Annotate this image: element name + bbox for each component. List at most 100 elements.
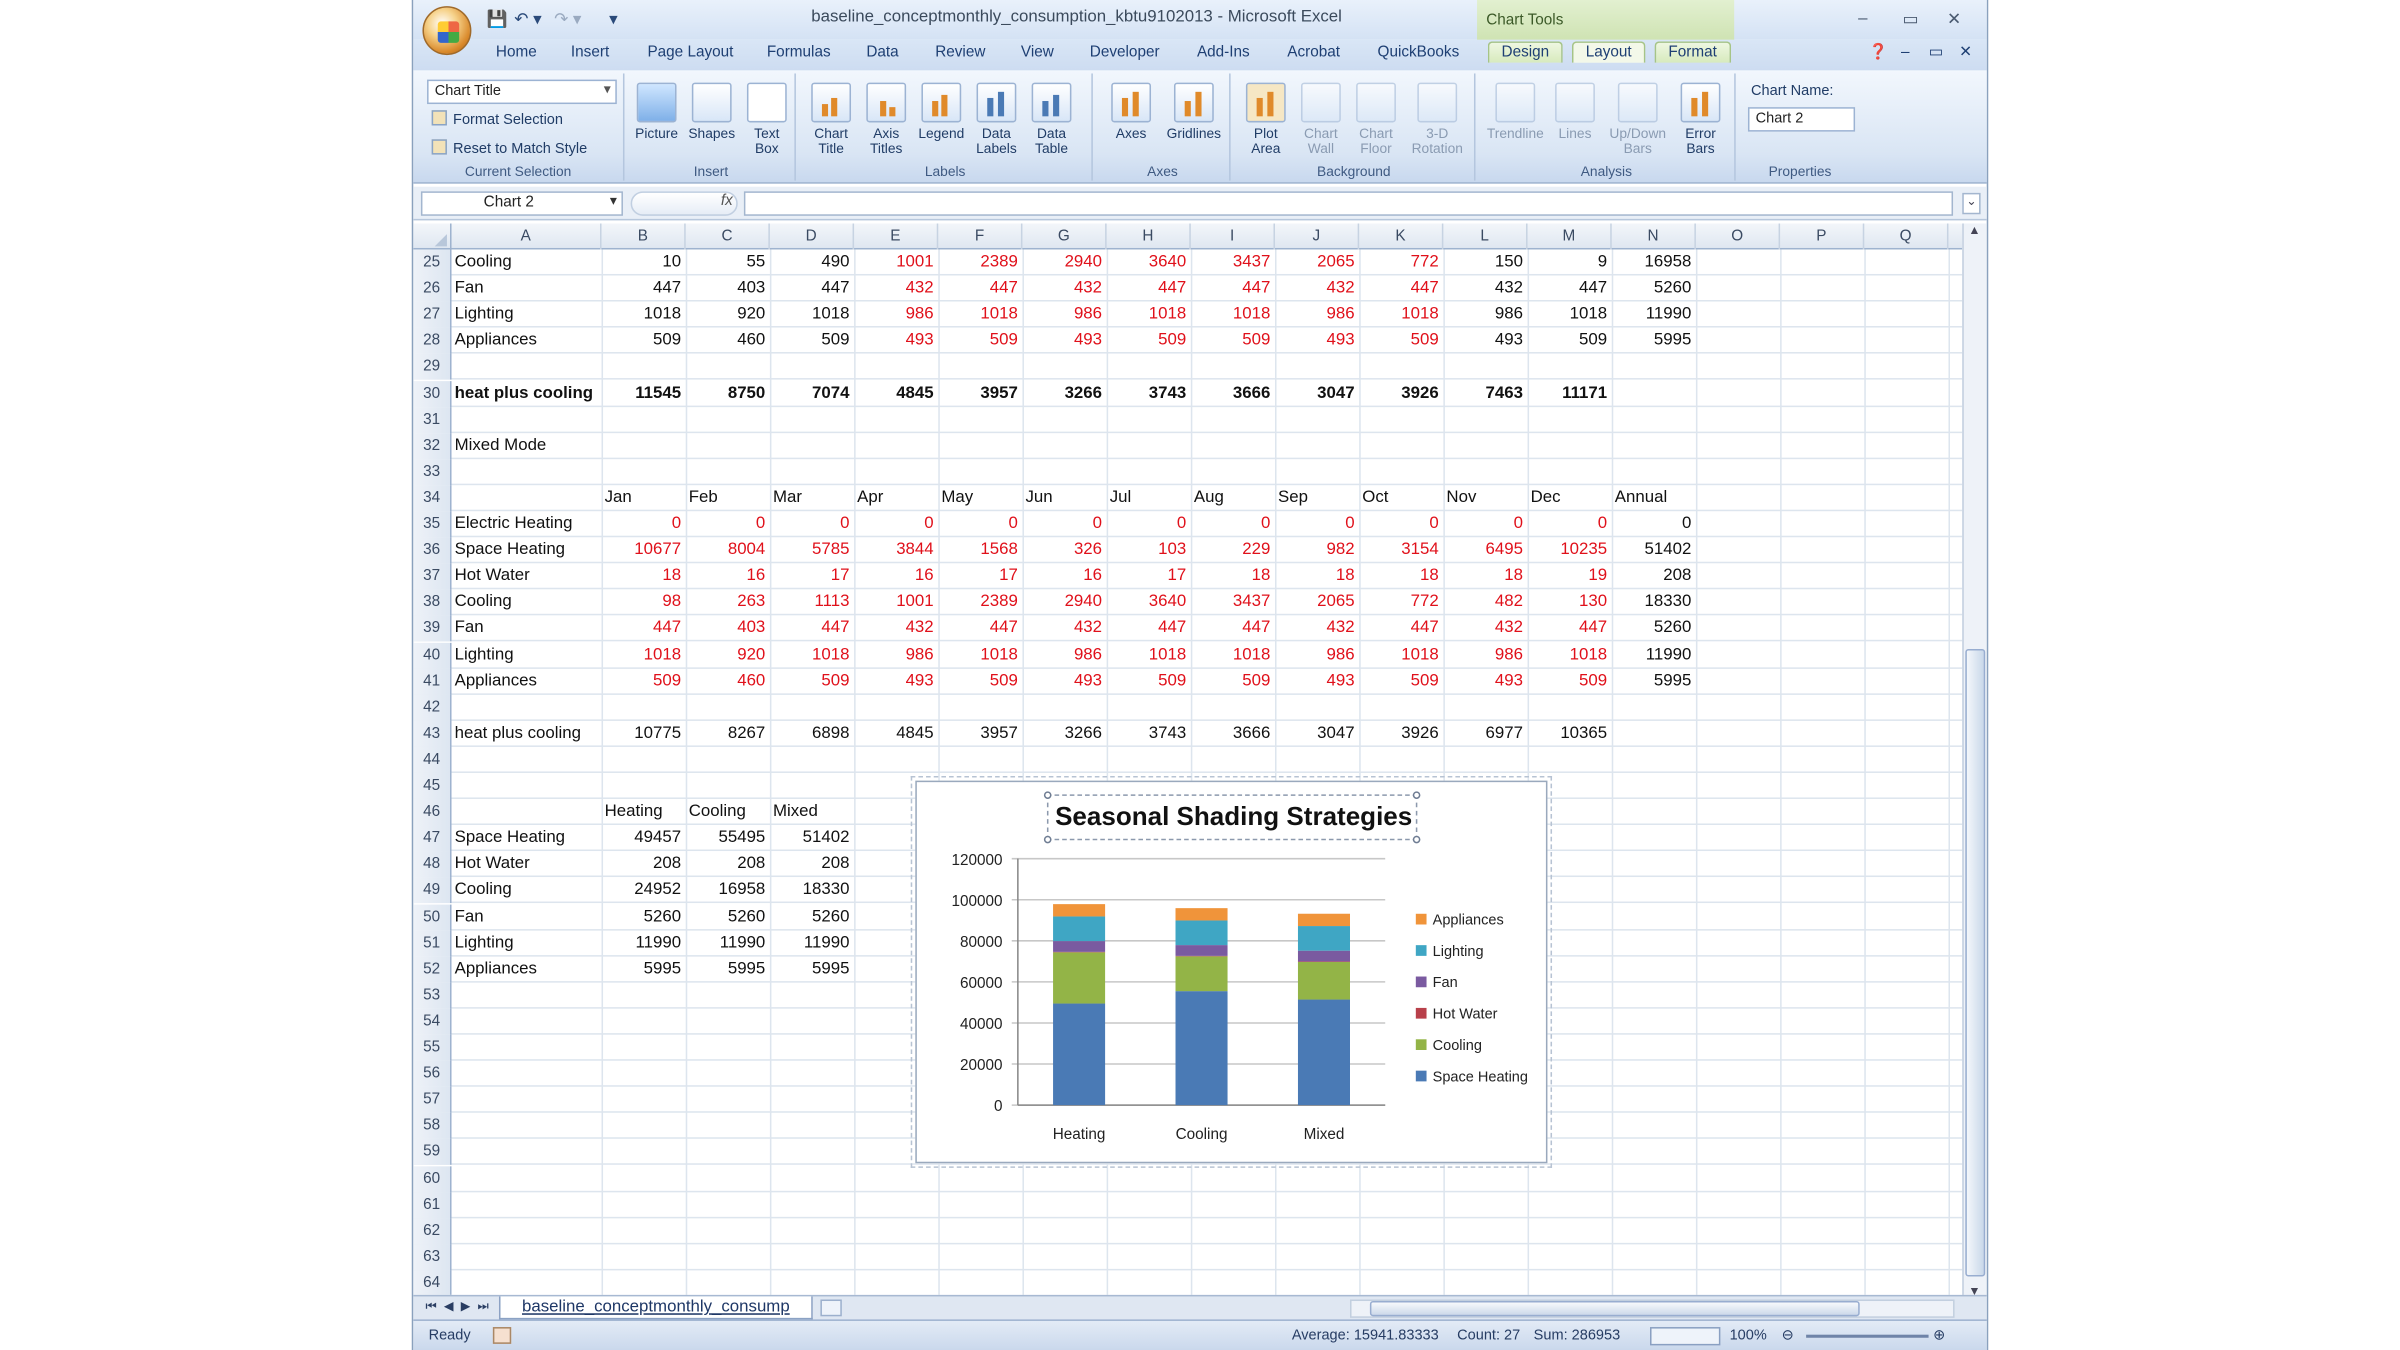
cell-h39[interactable]: 447: [1107, 616, 1191, 642]
cell-l34[interactable]: Nov: [1446, 485, 1527, 511]
column-header-b[interactable]: B: [602, 223, 686, 250]
cell-g28[interactable]: 493: [1022, 328, 1106, 354]
cell-i27[interactable]: 1018: [1191, 302, 1275, 328]
cell-h34[interactable]: Jul: [1110, 485, 1191, 511]
last-sheet-icon[interactable]: ⏭: [478, 1299, 489, 1314]
chart-title-button[interactable]: Chart Title: [805, 80, 857, 157]
row-header[interactable]: 39: [413, 615, 452, 642]
cell-f28[interactable]: 509: [938, 328, 1022, 354]
row-header[interactable]: 35: [413, 511, 452, 538]
row-header[interactable]: 34: [413, 485, 452, 512]
column-header-n[interactable]: N: [1612, 223, 1696, 250]
cell-l35[interactable]: 0: [1443, 511, 1527, 537]
cell-i30[interactable]: 3666: [1191, 380, 1275, 406]
cell-d36[interactable]: 5785: [770, 537, 854, 563]
formula-input[interactable]: [743, 191, 1954, 216]
cell-k38[interactable]: 772: [1359, 590, 1443, 616]
column-header-f[interactable]: F: [938, 223, 1023, 250]
cell-j37[interactable]: 18: [1275, 564, 1359, 590]
cell-j38[interactable]: 2065: [1275, 590, 1359, 616]
cell-m41[interactable]: 509: [1528, 668, 1612, 694]
cell-a51[interactable]: Lighting: [455, 930, 602, 956]
cell-b37[interactable]: 18: [602, 564, 686, 590]
cell-m26[interactable]: 447: [1528, 276, 1612, 302]
column-header-i[interactable]: I: [1191, 223, 1275, 250]
column-header-h[interactable]: H: [1107, 223, 1191, 250]
cell-c37[interactable]: 16: [686, 564, 770, 590]
cell-c38[interactable]: 263: [686, 590, 770, 616]
cell-k39[interactable]: 447: [1359, 616, 1443, 642]
close-button[interactable]: ✕: [1947, 9, 1961, 29]
prev-sheet-icon[interactable]: ◀: [444, 1299, 453, 1313]
cell-b25[interactable]: 10: [602, 249, 686, 275]
cell-k27[interactable]: 1018: [1359, 302, 1443, 328]
cell-d34[interactable]: Mar: [773, 485, 854, 511]
cell-i28[interactable]: 509: [1191, 328, 1275, 354]
row-header[interactable]: 32: [413, 432, 452, 459]
cell-b26[interactable]: 447: [602, 276, 686, 302]
cell-j36[interactable]: 982: [1275, 537, 1359, 563]
cell-e25[interactable]: 1001: [854, 249, 938, 275]
row-header[interactable]: 58: [413, 1113, 452, 1140]
cell-b39[interactable]: 447: [602, 616, 686, 642]
cell-m34[interactable]: Dec: [1531, 485, 1612, 511]
insert-function-button[interactable]: fx: [630, 191, 738, 216]
row-header[interactable]: 60: [413, 1165, 452, 1192]
zoom-level[interactable]: 100%: [1730, 1327, 1767, 1344]
cell-a30[interactable]: heat plus cooling: [455, 380, 602, 406]
cell-e35[interactable]: 0: [854, 511, 938, 537]
cell-f27[interactable]: 1018: [938, 302, 1022, 328]
cell-d46[interactable]: Mixed: [773, 799, 854, 825]
cell-l30[interactable]: 7463: [1443, 380, 1527, 406]
cell-l39[interactable]: 432: [1443, 616, 1527, 642]
cell-a28[interactable]: Appliances: [455, 328, 602, 354]
error-bars-button[interactable]: Error Bars: [1674, 80, 1726, 157]
column-header-d[interactable]: D: [770, 223, 855, 250]
cell-h28[interactable]: 509: [1107, 328, 1191, 354]
format-selection-button[interactable]: Format Selection: [431, 110, 563, 129]
cell-g25[interactable]: 2940: [1022, 249, 1106, 275]
cell-a39[interactable]: Fan: [455, 616, 602, 642]
cell-c49[interactable]: 16958: [686, 878, 770, 904]
cell-l36[interactable]: 6495: [1443, 537, 1527, 563]
cell-j28[interactable]: 493: [1275, 328, 1359, 354]
cell-b47[interactable]: 49457: [602, 825, 686, 851]
chart-wall-button[interactable]: Chart Wall: [1295, 80, 1347, 157]
cell-g26[interactable]: 432: [1022, 276, 1106, 302]
row-header[interactable]: 54: [413, 1008, 452, 1035]
cell-h36[interactable]: 103: [1107, 537, 1191, 563]
cell-i38[interactable]: 3437: [1191, 590, 1275, 616]
trendline-button[interactable]: Trendline: [1485, 80, 1546, 141]
row-header[interactable]: 38: [413, 589, 452, 616]
cell-e39[interactable]: 432: [854, 616, 938, 642]
sheet-tab[interactable]: baseline_conceptmonthly_consump: [498, 1296, 813, 1320]
data-table-button[interactable]: Data Table: [1026, 80, 1078, 157]
cell-i34[interactable]: Aug: [1194, 485, 1275, 511]
cell-g40[interactable]: 986: [1022, 642, 1106, 668]
help-icon[interactable]: ❓: [1869, 44, 1888, 61]
cell-b52[interactable]: 5995: [602, 956, 686, 982]
cell-e41[interactable]: 493: [854, 668, 938, 694]
updown-bars-button[interactable]: Up/Down Bars: [1604, 80, 1671, 157]
cell-k25[interactable]: 772: [1359, 249, 1443, 275]
cell-e28[interactable]: 493: [854, 328, 938, 354]
cell-f39[interactable]: 447: [938, 616, 1022, 642]
cell-d28[interactable]: 509: [770, 328, 854, 354]
cell-i39[interactable]: 447: [1191, 616, 1275, 642]
cell-m30[interactable]: 11171: [1528, 380, 1612, 406]
cell-f41[interactable]: 509: [938, 668, 1022, 694]
cell-k26[interactable]: 447: [1359, 276, 1443, 302]
cell-d49[interactable]: 18330: [770, 878, 854, 904]
cell-d39[interactable]: 447: [770, 616, 854, 642]
customize-qat-icon[interactable]: ▾: [609, 9, 617, 29]
cell-c51[interactable]: 11990: [686, 930, 770, 956]
cell-b34[interactable]: Jan: [605, 485, 686, 511]
cell-d40[interactable]: 1018: [770, 642, 854, 668]
expand-formula-bar-icon[interactable]: ⌄: [1962, 192, 1981, 215]
cell-k40[interactable]: 1018: [1359, 642, 1443, 668]
tab-design[interactable]: Design: [1487, 41, 1563, 63]
vertical-scrollbar[interactable]: ▲ ▼: [1962, 223, 1987, 1298]
cell-c46[interactable]: Cooling: [689, 799, 770, 825]
chart-element-dropdown[interactable]: Chart Title: [427, 79, 617, 105]
cell-h40[interactable]: 1018: [1107, 642, 1191, 668]
